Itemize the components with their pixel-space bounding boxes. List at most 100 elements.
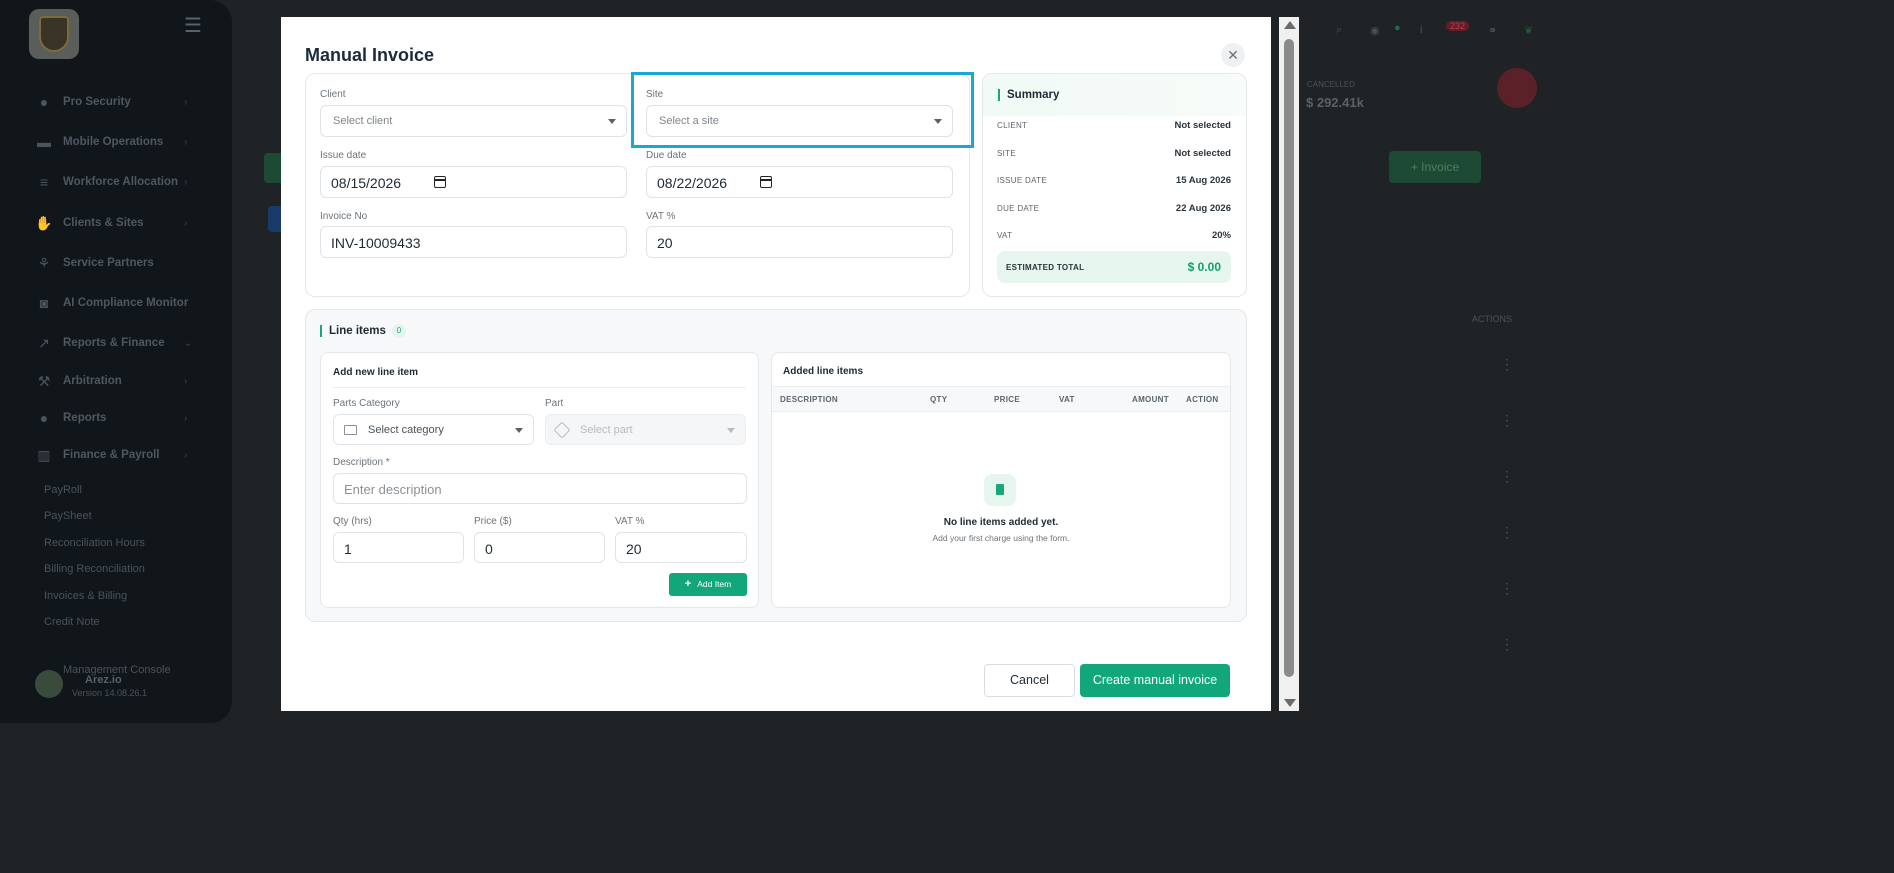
info-icon[interactable]: i — [1420, 24, 1422, 36]
row-menu-icon[interactable]: ⋮ — [1500, 524, 1514, 541]
row-menu-icon[interactable]: ⋮ — [1500, 356, 1514, 373]
user-report-icon: ● — [39, 410, 49, 426]
client-label: Client — [320, 89, 346, 100]
add-item-label: Add Item — [697, 579, 732, 589]
stat-value: $ 292.41k — [1306, 95, 1364, 110]
column-header: QTY — [930, 395, 948, 404]
close-icon[interactable]: ✕ — [1221, 43, 1245, 67]
qty-input[interactable]: 1 — [333, 532, 464, 563]
scroll-up-icon[interactable] — [1284, 21, 1296, 29]
sidebar-item-reports-finance[interactable]: ↗ Reports & Finance ⌄ — [0, 325, 232, 361]
sidebar-subitem-payroll[interactable]: PayRoll — [44, 484, 82, 496]
line-items-count-badge: 0 — [392, 324, 406, 338]
client-select[interactable]: Select client — [320, 105, 627, 137]
due-date-input[interactable]: 08/22/2026 — [646, 166, 953, 198]
app-logo[interactable] — [29, 9, 79, 59]
summary-title: Summary — [998, 89, 1059, 101]
sidebar-item-ai-compliance[interactable]: ◙ AI Compliance Monitor › — [0, 285, 232, 321]
empty-state-title: No line items added yet. — [943, 517, 1059, 528]
description-input[interactable]: Enter description — [333, 473, 747, 504]
document-icon — [996, 484, 1004, 495]
price-label: Price ($) — [474, 516, 512, 527]
estimated-total-label: ESTIMATED TOTAL — [1006, 263, 1085, 272]
car-icon: ▬ — [37, 134, 51, 150]
menu-toggle-icon[interactable]: ☰ — [184, 16, 204, 36]
plus-icon: + — [684, 578, 692, 590]
sidebar-item-service-partners[interactable]: ⚘ Service Partners — [0, 245, 232, 281]
check-icon[interactable]: ◉ — [1370, 24, 1380, 37]
column-header: VAT — [1059, 395, 1075, 404]
divider — [333, 387, 746, 388]
summary-row-site: SITE Not selected — [997, 147, 1231, 165]
parts-category-label: Parts Category — [333, 398, 400, 409]
row-menu-icon[interactable]: ⋮ — [1500, 636, 1514, 653]
row-menu-icon[interactable]: ⋮ — [1500, 580, 1514, 597]
column-header: ACTION — [1186, 395, 1219, 404]
sidebar-item-finance-payroll[interactable]: ▥ Finance & Payroll › — [0, 437, 232, 473]
bg-tab-green — [264, 153, 282, 183]
vat-input[interactable]: 20 — [646, 226, 953, 258]
add-item-button[interactable]: + Add Item — [669, 573, 747, 596]
chevron-right-icon: › — [184, 136, 188, 148]
list-icon: ≡ — [39, 174, 49, 190]
scroll-thumb[interactable] — [1284, 39, 1294, 677]
scroll-down-icon[interactable] — [1284, 699, 1296, 707]
sidebar-item-label: Reports — [63, 412, 107, 424]
sidebar-footer: Management Console Arez.io Version 14.08… — [35, 664, 225, 706]
invoice-no-value: INV-10009433 — [331, 235, 421, 251]
console-logo-icon — [35, 670, 63, 698]
sidebar-subitem-reconciliation-hours[interactable]: Reconciliation Hours — [44, 537, 145, 549]
sidebar-item-workforce-allocation[interactable]: ≡ Workforce Allocation › — [0, 164, 232, 200]
price-input[interactable]: 0 — [474, 532, 605, 563]
sidebar-subitem-credit-note[interactable]: Credit Note — [44, 616, 100, 628]
qty-value: 1 — [344, 541, 352, 557]
line-items-title: Line items — [320, 325, 386, 337]
search-icon[interactable]: ⌕ — [1336, 24, 1342, 37]
chevron-right-icon: › — [184, 297, 188, 309]
sidebar-item-mobile-operations[interactable]: ▬ Mobile Operations › — [0, 124, 232, 160]
link-icon[interactable]: ⚭ — [1488, 24, 1497, 37]
issue-date-input[interactable]: 08/15/2026 — [320, 166, 627, 198]
calendar-icon[interactable] — [434, 176, 446, 188]
parts-category-select[interactable]: Select category — [333, 414, 534, 445]
add-invoice-button[interactable]: + Invoice — [1389, 151, 1481, 183]
notification-badge[interactable]: 232 — [1446, 21, 1470, 31]
create-manual-invoice-button[interactable]: Create manual invoice — [1080, 664, 1230, 697]
summary-value: 22 Aug 2026 — [1175, 203, 1231, 214]
top-toolbar: ⌕ ◉ ● i 232 ⚭ ❦ — [1300, 18, 1568, 46]
leaf-icon: ❦ — [1524, 25, 1534, 37]
invoice-no-label: Invoice No — [320, 211, 368, 222]
client-placeholder: Select client — [333, 115, 393, 127]
summary-key: VAT — [997, 231, 1013, 240]
sidebar-subitem-paysheet[interactable]: PaySheet — [44, 510, 92, 522]
caret-down-icon — [608, 119, 616, 124]
sidebar-subitem-invoices-billing[interactable]: Invoices & Billing — [44, 590, 127, 602]
description-label: Description * — [333, 457, 390, 468]
calendar-icon[interactable] — [760, 176, 772, 188]
cancel-button[interactable]: Cancel — [984, 664, 1075, 697]
row-menu-icon[interactable]: ⋮ — [1500, 412, 1514, 429]
modal-scrollbar[interactable] — [1279, 17, 1299, 711]
invoice-no-input[interactable]: INV-10009433 — [320, 226, 627, 258]
add-line-item-title: Add new line item — [333, 367, 419, 378]
sidebar-item-arbitration[interactable]: ⚒ Arbitration › — [0, 363, 232, 399]
row-menu-icon[interactable]: ⋮ — [1500, 468, 1514, 485]
partners-icon: ⚘ — [37, 255, 51, 271]
line-vat-input[interactable]: 20 — [615, 532, 747, 563]
empty-state-subtitle: Add your first charge using the form. — [932, 533, 1070, 543]
site-focus-highlight — [631, 72, 974, 148]
summary-panel: Summary CLIENT Not selected SITE Not selec… — [982, 73, 1247, 297]
part-select[interactable]: Select part — [545, 414, 746, 445]
sidebar-item-pro-security[interactable]: ● Pro Security › — [0, 84, 232, 120]
sidebar-item-label: Clients & Sites — [63, 217, 144, 229]
sidebar-item-clients-sites[interactable]: ✋ Clients & Sites › — [0, 205, 232, 241]
summary-key: ISSUE DATE — [997, 176, 1047, 185]
table-header: DESCRIPTION QTY PRICE VAT AMOUNT ACTION — [772, 386, 1230, 412]
sidebar-item-label: Arbitration — [63, 375, 122, 387]
shield-logo-icon — [39, 16, 69, 52]
summary-value: Not selected — [1174, 120, 1232, 131]
handshake-icon: ✋ — [35, 215, 53, 231]
sidebar-item-label: Workforce Allocation — [63, 176, 179, 188]
sidebar-subitem-billing-reconciliation[interactable]: Billing Reconciliation — [44, 563, 145, 575]
sidebar-item-reports[interactable]: ● Reports › — [0, 400, 232, 436]
